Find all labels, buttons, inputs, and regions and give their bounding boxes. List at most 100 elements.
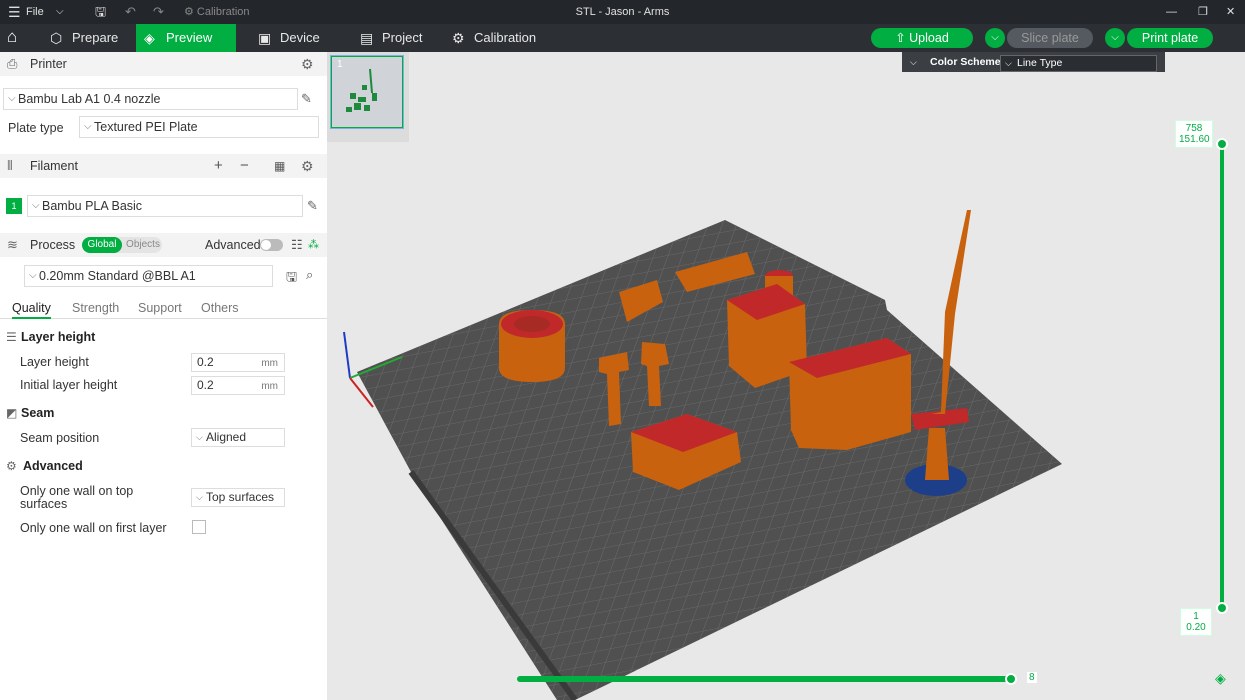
3d-viewport[interactable]: 1 ⌵ Color Scheme ⌵ Line Type 758 151.60 … bbox=[327, 52, 1245, 700]
home-icon[interactable]: ⌂ bbox=[7, 27, 17, 47]
initial-layer-height-input[interactable]: 0.2 mm bbox=[191, 376, 285, 395]
process-section-header: ≋ Process Global Objects Advanced ☷ ⁂ bbox=[0, 233, 327, 257]
edit-filament-icon[interactable]: ✎ bbox=[307, 198, 318, 214]
tab-preview[interactable]: ◈ Preview bbox=[136, 24, 236, 52]
minimize-icon[interactable]: — bbox=[1166, 0, 1177, 24]
filament-select-value: Bambu PLA Basic bbox=[42, 199, 143, 213]
plate-type-label: Plate type bbox=[8, 121, 64, 135]
z-axis bbox=[343, 331, 351, 379]
move-slider-handle[interactable] bbox=[1005, 673, 1017, 685]
advanced-label: Advanced bbox=[205, 238, 261, 252]
tab-project-label: Project bbox=[382, 30, 423, 45]
calibration-shortcut-label: Calibration bbox=[196, 6, 250, 18]
process-subtabs: Quality Strength Support Others bbox=[0, 299, 327, 319]
global-objects-toggle[interactable]: Global Objects bbox=[82, 237, 162, 253]
layer-height-icon: ☰ bbox=[6, 330, 17, 344]
slice-dropdown-button[interactable]: ⌵ bbox=[985, 28, 1005, 48]
compare-icon[interactable]: ⁂ bbox=[308, 233, 319, 257]
file-menu[interactable]: File bbox=[26, 0, 44, 24]
restore-icon[interactable]: ❐ bbox=[1198, 0, 1208, 24]
bottom-layer-handle[interactable] bbox=[1216, 602, 1228, 614]
tab-prepare[interactable]: ⬡ Prepare bbox=[42, 24, 136, 52]
layer-height-section: ☰ Layer height bbox=[6, 330, 95, 344]
filament-slot-badge[interactable]: 1 bbox=[6, 198, 22, 214]
print-plate-button[interactable]: Print plate bbox=[1127, 28, 1213, 48]
seam-section: ◩ Seam bbox=[6, 406, 54, 420]
filament-icon: ⦀ bbox=[7, 158, 13, 173]
tab-project[interactable]: ▤ Project bbox=[352, 24, 442, 52]
filament-section-header: ⦀ Filament + − ▦ ⚙ bbox=[0, 154, 327, 178]
seam-position-value: Aligned bbox=[206, 430, 247, 444]
top-layer-handle[interactable] bbox=[1216, 138, 1228, 150]
remove-filament-icon[interactable]: − bbox=[240, 154, 249, 178]
top-layer-index: 758 bbox=[1185, 123, 1203, 134]
plate-type-select[interactable]: ⌵ Textured PEI Plate bbox=[79, 116, 319, 138]
filament-sync-icon[interactable]: ▦ bbox=[274, 154, 285, 178]
one-wall-first-layer-checkbox[interactable] bbox=[192, 520, 206, 534]
seam-position-select[interactable]: ⌵ Aligned bbox=[191, 428, 285, 447]
chevron-down-icon[interactable]: ⌵ bbox=[56, 0, 64, 24]
advanced-section: ⚙ Advanced bbox=[6, 459, 83, 473]
tab-support[interactable]: Support bbox=[138, 301, 182, 315]
bottom-layer-height: 0.20 bbox=[1186, 622, 1206, 633]
layer-height-label: Layer height bbox=[20, 355, 89, 369]
search-icon[interactable]: ⌕ bbox=[306, 267, 313, 283]
redo-icon[interactable]: ↷ bbox=[153, 0, 164, 24]
main-toolbar: ⌂ ⬡ Prepare ◈ Preview ▣ Device ▤ Project ⚙ Ca… bbox=[0, 24, 1245, 52]
advanced-switch-knob bbox=[261, 240, 271, 250]
layers-icon: ◈ bbox=[144, 30, 155, 46]
top-layer-height: 151.60 bbox=[1179, 134, 1210, 145]
filament-settings-gear-icon[interactable]: ⚙ bbox=[301, 154, 314, 178]
process-preset-select[interactable]: ⌵ 0.20mm Standard @BBL A1 bbox=[24, 265, 273, 287]
close-icon[interactable]: ✕ bbox=[1226, 0, 1235, 24]
tab-device[interactable]: ▣ Device bbox=[250, 24, 340, 52]
toggle-objects[interactable]: Objects bbox=[124, 237, 162, 253]
add-filament-icon[interactable]: + bbox=[214, 154, 223, 178]
move-slider-value: 8 bbox=[1027, 672, 1037, 683]
calibration-icon: ⚙ bbox=[452, 30, 465, 46]
slice-plate-button[interactable]: Slice plate bbox=[1007, 28, 1093, 48]
advanced-section-title: Advanced bbox=[23, 459, 83, 473]
build-plate-scene bbox=[343, 210, 1062, 700]
device-icon: ▣ bbox=[258, 30, 272, 46]
printer-select[interactable]: ⌵ Bambu Lab A1 0.4 nozzle bbox=[3, 88, 298, 110]
toggle-global[interactable]: Global bbox=[82, 237, 122, 253]
process-section-title: Process bbox=[30, 238, 76, 252]
tab-calibration[interactable]: ⚙ Calibration bbox=[444, 24, 554, 52]
chevron-down-icon: ⌵ bbox=[29, 270, 37, 281]
printer-section-header: ⎙ Printer ⚙ bbox=[0, 52, 327, 76]
printer-settings-gear-icon[interactable]: ⚙ bbox=[301, 52, 314, 76]
top-layer-label: 758 151.60 bbox=[1175, 120, 1213, 148]
bottom-layer-label: 1 0.20 bbox=[1180, 608, 1212, 636]
advanced-switch[interactable] bbox=[260, 239, 283, 251]
chevron-down-icon: ⌵ bbox=[32, 200, 40, 211]
process-preset-value: 0.20mm Standard @BBL A1 bbox=[39, 269, 196, 283]
layers-toggle-icon[interactable]: ◈ bbox=[1215, 670, 1226, 687]
save-icon[interactable]: 🖫 bbox=[95, 0, 106, 24]
layer-move-slider[interactable] bbox=[517, 676, 1013, 682]
save-preset-icon[interactable]: 🖫 bbox=[286, 268, 297, 290]
tab-quality[interactable]: Quality bbox=[12, 301, 51, 319]
tab-strength[interactable]: Strength bbox=[72, 301, 119, 315]
plate-type-value: Textured PEI Plate bbox=[94, 120, 198, 134]
list-view-icon[interactable]: ☷ bbox=[291, 233, 303, 257]
seam-section-title: Seam bbox=[21, 406, 55, 420]
tab-others[interactable]: Others bbox=[201, 301, 239, 315]
filament-select[interactable]: ⌵ Bambu PLA Basic bbox=[27, 195, 303, 217]
one-wall-top-select[interactable]: ⌵ Top surfaces bbox=[191, 488, 285, 507]
upload-button[interactable]: ⇧ Upload bbox=[871, 28, 973, 48]
calibration-shortcut[interactable]: ⚙ Calibration bbox=[184, 0, 250, 24]
tab-device-label: Device bbox=[280, 30, 320, 45]
filament-section-title: Filament bbox=[30, 159, 78, 173]
process-icon: ≋ bbox=[7, 237, 18, 252]
edit-printer-icon[interactable]: ✎ bbox=[301, 91, 312, 107]
hamburger-icon[interactable]: ☰ bbox=[8, 0, 21, 24]
layer-height-section-title: Layer height bbox=[21, 330, 96, 344]
undo-icon[interactable]: ↶ bbox=[125, 0, 136, 24]
print-dropdown-button[interactable]: ⌵ bbox=[1105, 28, 1125, 48]
layer-height-input[interactable]: 0.2 mm bbox=[191, 353, 285, 372]
settings-panel: ⎙ Printer ⚙ ⌵ Bambu Lab A1 0.4 nozzle ✎ P… bbox=[0, 52, 327, 700]
layer-range-slider[interactable] bbox=[1220, 144, 1224, 608]
chevron-down-icon: ⌵ bbox=[196, 432, 203, 442]
bottom-layer-index: 1 bbox=[1193, 611, 1199, 622]
